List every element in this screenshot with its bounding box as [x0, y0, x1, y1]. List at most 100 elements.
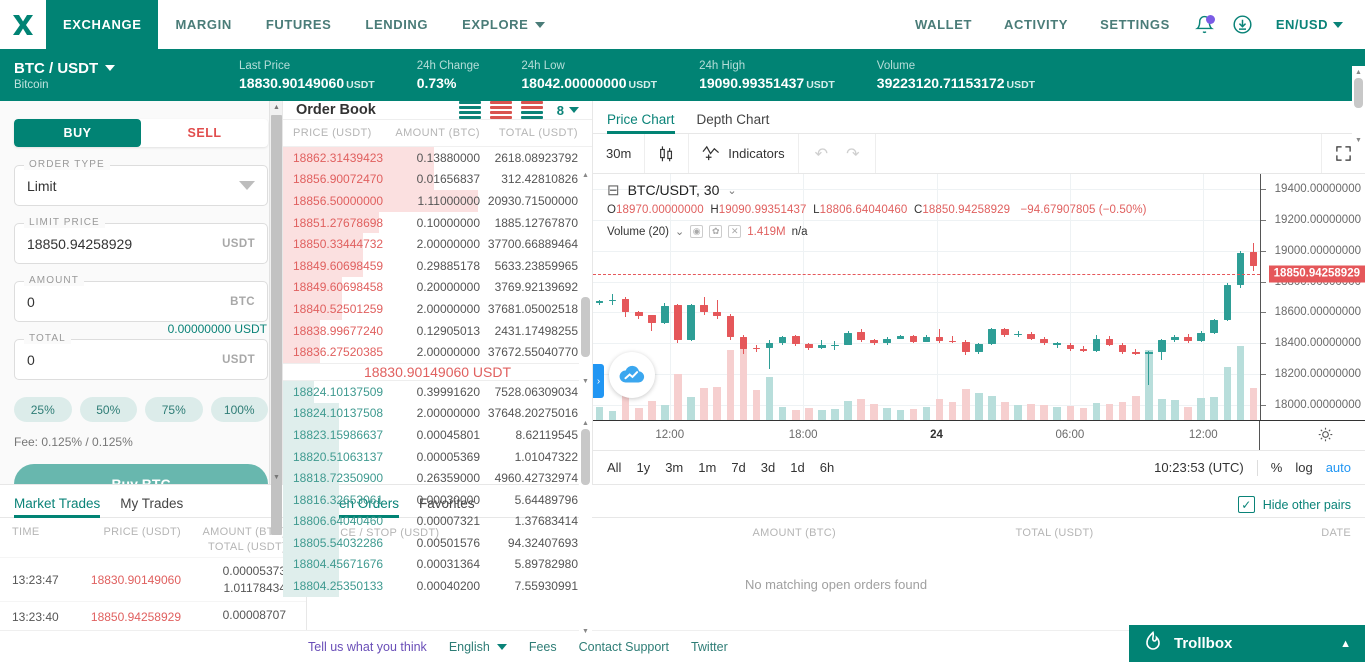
scrollbar-thumb[interactable]: [581, 297, 590, 357]
collapse-icon[interactable]: ⊟: [607, 181, 620, 199]
nav-item-lending[interactable]: LENDING: [348, 0, 445, 49]
fees-link[interactable]: Fees: [529, 640, 557, 654]
bids-scrollbar[interactable]: ▲ ▼: [579, 417, 592, 637]
total-field[interactable]: TOTAL 0.00000000 USDT USDT: [14, 322, 268, 380]
scrollbar-thumb[interactable]: [1354, 78, 1363, 108]
scroll-up-arrow-icon[interactable]: ▲: [270, 101, 283, 114]
range-all[interactable]: All: [607, 460, 621, 475]
market-trades-rows[interactable]: 13:23:47 18830.90149060 0.00005373 1.011784…: [0, 557, 306, 630]
candlestick-icon[interactable]: [645, 134, 690, 173]
range-1m[interactable]: 1m: [698, 460, 716, 475]
x-logo-icon[interactable]: [0, 0, 46, 49]
chart-snapshot-icon[interactable]: [609, 352, 655, 398]
drawing-panel-toggle[interactable]: ›: [593, 364, 604, 398]
order-book-row[interactable]: 18820.51063137 0.00005369 1.01047322: [283, 445, 592, 468]
scroll-up-arrow-icon[interactable]: ▲: [579, 417, 592, 429]
range-1d[interactable]: 1d: [790, 460, 804, 475]
chevron-up-icon[interactable]: ▲: [1340, 638, 1351, 650]
limit-price-field[interactable]: LIMIT PRICE USDT: [14, 217, 268, 264]
scroll-down-arrow-icon[interactable]: ▼: [270, 471, 283, 484]
market-trades-scrollbar[interactable]: ▲ ▼: [1352, 66, 1365, 146]
redo-icon[interactable]: ↷: [839, 134, 877, 173]
feedback-link[interactable]: Tell us what you think: [308, 640, 427, 654]
scroll-down-arrow-icon[interactable]: ▼: [579, 375, 592, 387]
order-book-row[interactable]: 18856.90072470 0.01656837 312.42810826: [283, 168, 592, 191]
settings-icon[interactable]: ✿: [709, 225, 723, 238]
chart-symbol-row[interactable]: ⊟ BTC/USDT, 30 ⌄: [607, 181, 1147, 199]
order-book-row[interactable]: 18823.15986637 0.00045801 8.62119545: [283, 424, 592, 446]
order-book-row[interactable]: 18818.72350900 0.26359000 4960.42732974: [283, 467, 592, 489]
range-1y[interactable]: 1y: [636, 460, 650, 475]
range-7d[interactable]: 7d: [731, 460, 745, 475]
order-book-row[interactable]: 18851.27678698 0.10000000 1885.12767870: [283, 211, 592, 234]
range-3d[interactable]: 3d: [761, 460, 775, 475]
scale-log-toggle[interactable]: log: [1295, 460, 1312, 475]
order-book-row[interactable]: 18849.60698459 0.29885178 5633.23859965: [283, 254, 592, 277]
limit-price-input[interactable]: [27, 235, 223, 252]
order-book-row[interactable]: 18862.31439423 0.13880000 2618.08923792: [283, 147, 592, 169]
order-book-row[interactable]: 18805.54032286 0.00501576 94.32407693: [283, 532, 592, 554]
twitter-link[interactable]: Twitter: [691, 640, 728, 654]
percent-25-button[interactable]: 25%: [14, 397, 72, 422]
nav-item-margin[interactable]: MARGIN: [158, 0, 248, 49]
nav-item-settings[interactable]: SETTINGS: [1086, 17, 1184, 32]
nav-item-explore[interactable]: EXPLORE: [445, 0, 562, 49]
price-chart[interactable]: ⊟ BTC/USDT, 30 ⌄ O18970.00000000 H19090.…: [593, 174, 1365, 450]
order-book-row[interactable]: 18840.52501259 2.00000000 37681.05002518: [283, 298, 592, 320]
nav-item-exchange[interactable]: EXCHANGE: [46, 0, 159, 49]
range-6h[interactable]: 6h: [820, 460, 834, 475]
order-book-row[interactable]: 18804.45671676 0.00031364 5.89782980: [283, 553, 592, 576]
order-book-row[interactable]: 18806.64040460 0.00007321 1.37683414: [283, 510, 592, 533]
total-input[interactable]: [27, 351, 223, 368]
tab-my-trades[interactable]: My Trades: [120, 496, 183, 517]
buy-tab[interactable]: BUY: [14, 119, 141, 147]
trollbox-widget[interactable]: Trollbox ▲: [1129, 625, 1365, 662]
range-3m[interactable]: 3m: [665, 460, 683, 475]
language-selector[interactable]: English: [449, 640, 507, 654]
locale-selector[interactable]: EN/USD: [1264, 17, 1351, 32]
view-both-icon[interactable]: [458, 101, 481, 119]
order-type-select[interactable]: ORDER TYPE Limit: [14, 159, 268, 206]
order-book-row[interactable]: 18804.25350133 0.00040200 7.55930991: [283, 575, 592, 597]
amount-field[interactable]: AMOUNT BTC: [14, 275, 268, 322]
order-book-row[interactable]: 18850.33444732 2.00000000 37700.66889464: [283, 233, 592, 255]
scroll-up-arrow-icon[interactable]: ▲: [579, 169, 592, 181]
scale-percent-toggle[interactable]: %: [1271, 460, 1283, 475]
amount-input[interactable]: [27, 293, 231, 310]
order-book-row[interactable]: 18856.50000000 1.11000000 20930.71500000: [283, 190, 592, 212]
view-split-icon[interactable]: [520, 101, 543, 119]
chevron-down-icon[interactable]: ⌄: [727, 184, 736, 197]
scroll-down-arrow-icon[interactable]: ▼: [579, 625, 592, 637]
trade-panel-scrollbar[interactable]: ▲ ▼: [269, 101, 283, 535]
order-book-row[interactable]: 18836.27520385 2.00000000 37672.55040770: [283, 341, 592, 363]
order-book-row[interactable]: 18849.60698458 0.20000000 3769.92139692: [283, 276, 592, 299]
percent-50-button[interactable]: 50%: [79, 397, 137, 422]
view-asks-icon[interactable]: [489, 101, 512, 119]
undo-icon[interactable]: ↶: [799, 134, 839, 173]
percent-75-button[interactable]: 75%: [145, 397, 203, 422]
pair-name-row[interactable]: BTC / USDT: [14, 60, 239, 77]
hide-other-pairs-checkbox[interactable]: ✓: [1237, 496, 1255, 513]
sell-tab[interactable]: SELL: [141, 119, 268, 147]
pair-selector[interactable]: BTC / USDT Bitcoin: [14, 60, 239, 91]
chevron-down-icon[interactable]: ⌄: [675, 225, 684, 238]
tab-price-chart[interactable]: Price Chart: [607, 112, 675, 134]
order-book-row[interactable]: 18824.10137509 0.39991620 7528.06309034: [283, 380, 592, 403]
close-icon[interactable]: ✕: [728, 225, 742, 238]
percent-100-button[interactable]: 100%: [210, 397, 268, 422]
order-book-precision-select[interactable]: 8: [557, 103, 579, 118]
scroll-down-arrow-icon[interactable]: ▼: [1352, 134, 1365, 146]
visibility-icon[interactable]: ◉: [690, 225, 704, 238]
time-axis[interactable]: 12:00 18:00 24 06:00 12:00: [593, 420, 1365, 450]
nav-item-wallet[interactable]: WALLET: [901, 17, 986, 32]
download-icon[interactable]: [1226, 8, 1260, 42]
scale-auto-toggle[interactable]: auto: [1326, 460, 1351, 475]
gear-icon[interactable]: [1318, 427, 1333, 446]
indicators-button[interactable]: Indicators: [689, 134, 799, 173]
tab-depth-chart[interactable]: Depth Chart: [697, 112, 770, 133]
asks-scrollbar[interactable]: ▲ ▼: [579, 169, 592, 387]
order-book-row[interactable]: 18824.10137508 2.00000000 37648.20275016: [283, 402, 592, 425]
price-axis[interactable]: 19400.00000000 19200.00000000 19000.000000…: [1260, 174, 1365, 420]
bell-icon[interactable]: [1188, 8, 1222, 42]
order-book-row[interactable]: 18838.99677240 0.12905013 2431.17498255: [283, 319, 592, 342]
